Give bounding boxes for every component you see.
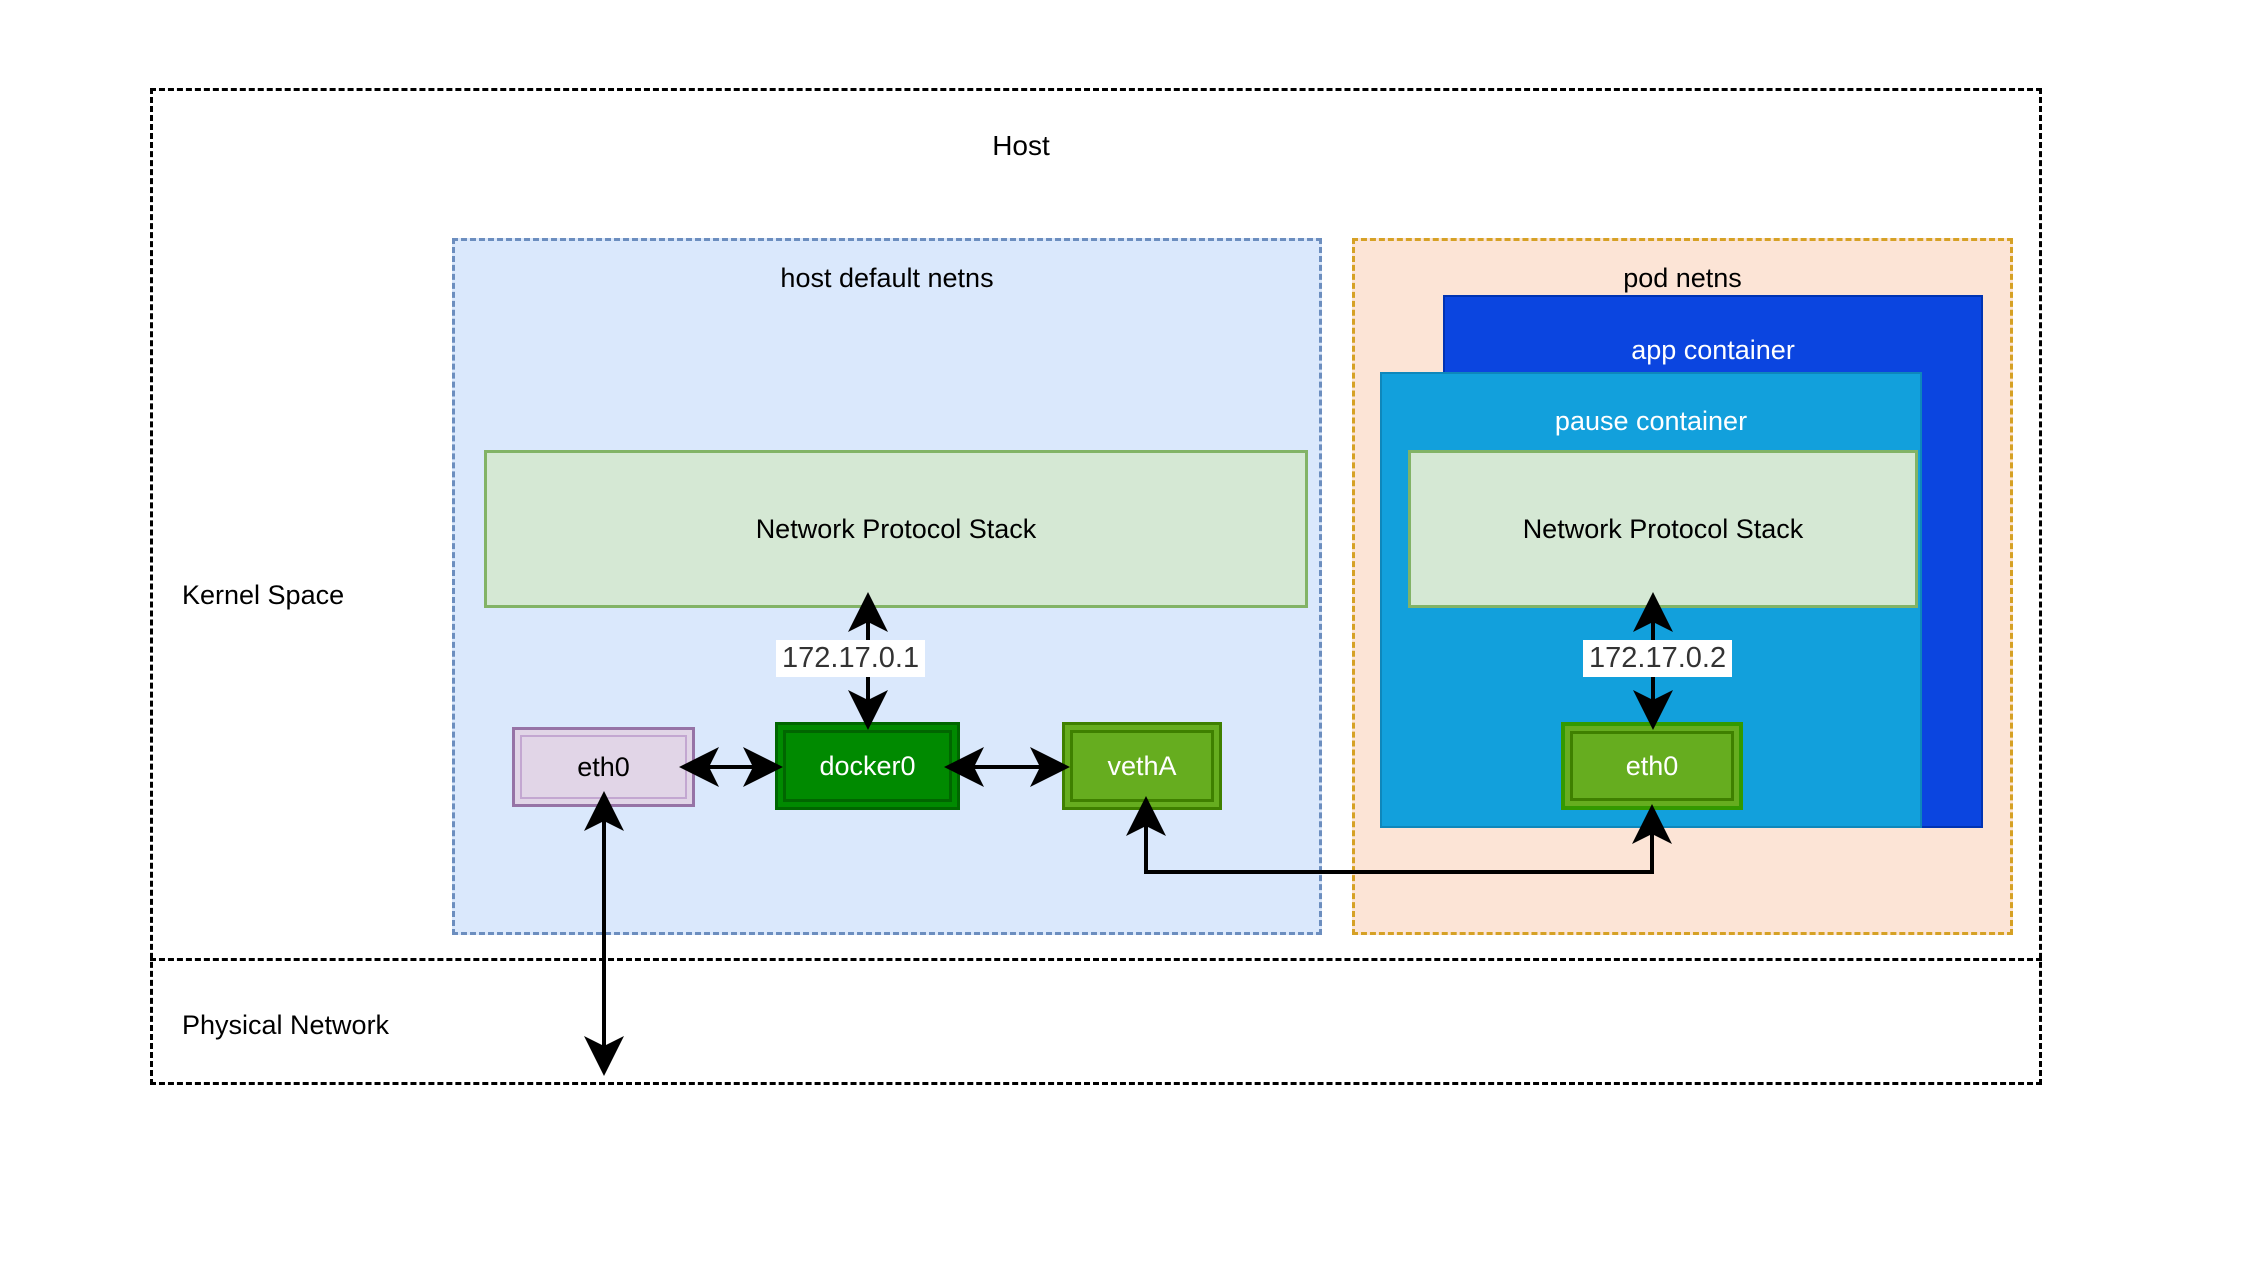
pod-network-protocol-stack: Network Protocol Stack bbox=[1408, 450, 1918, 608]
pause-container-label: pause container bbox=[1554, 406, 1748, 436]
host-ip-address-label: 172.17.0.1 bbox=[776, 640, 926, 677]
host-eth0-node: eth0 bbox=[512, 727, 695, 807]
docker0-bridge-node: docker0 bbox=[775, 722, 960, 810]
host-netns-label: host default netns bbox=[780, 263, 994, 293]
pod-netns-label: pod netns bbox=[1623, 263, 1742, 293]
host-eth0-label: eth0 bbox=[577, 751, 630, 782]
physical-network-label: Physical Network bbox=[182, 1010, 390, 1040]
pod-network-protocol-stack-label: Network Protocol Stack bbox=[1522, 513, 1804, 544]
pod-eth0-label: eth0 bbox=[1625, 750, 1679, 781]
host-network-protocol-stack: Network Protocol Stack bbox=[484, 450, 1308, 608]
host-network-protocol-stack-label: Network Protocol Stack bbox=[755, 513, 1037, 544]
pod-eth0-node: eth0 bbox=[1561, 722, 1743, 810]
pod-ip-address-label: 172.17.0.2 bbox=[1583, 640, 1733, 677]
diagram-canvas: Host Kernel Space Physical Network host … bbox=[0, 0, 2256, 1266]
kernel-physical-divider bbox=[150, 958, 2042, 961]
veth-a-label: vethA bbox=[1107, 750, 1177, 781]
docker0-label: docker0 bbox=[819, 750, 916, 781]
host-title: Host bbox=[992, 130, 1050, 161]
veth-a-node: vethA bbox=[1062, 722, 1222, 810]
app-container-label: app container bbox=[1631, 335, 1795, 365]
kernel-space-label: Kernel Space bbox=[182, 580, 345, 610]
